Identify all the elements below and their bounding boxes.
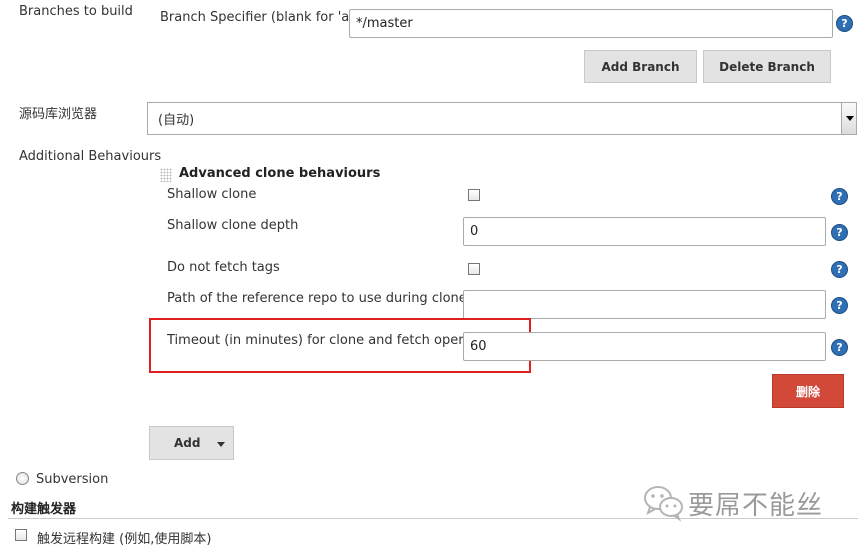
timeout-input[interactable]: 60 bbox=[463, 332, 826, 361]
branches-section-label: Branches to build bbox=[19, 4, 133, 19]
delete-behaviour-button[interactable]: 删除 bbox=[772, 374, 844, 408]
shallow-depth-help-icon[interactable]: ? bbox=[831, 224, 848, 241]
shallow-clone-checkbox[interactable] bbox=[468, 189, 480, 201]
no-tags-help-icon[interactable]: ? bbox=[831, 261, 848, 278]
behaviour-title: Advanced clone behaviours bbox=[179, 166, 381, 181]
drag-handle-icon[interactable] bbox=[160, 168, 172, 182]
reference-repo-help-icon[interactable]: ? bbox=[831, 297, 848, 314]
reference-repo-input[interactable] bbox=[463, 290, 826, 319]
delete-branch-button[interactable]: Delete Branch bbox=[703, 50, 831, 83]
timeout-help-icon[interactable]: ? bbox=[831, 339, 848, 356]
shallow-depth-label: Shallow clone depth bbox=[167, 218, 299, 233]
repo-browser-select[interactable]: (自动) bbox=[147, 102, 857, 135]
add-branch-button[interactable]: Add Branch bbox=[584, 50, 697, 83]
add-behaviour-label: Add bbox=[174, 436, 201, 450]
shallow-clone-help-icon[interactable]: ? bbox=[831, 188, 848, 205]
timeout-label: Timeout (in minutes) for clone and fetch… bbox=[167, 333, 504, 348]
additional-behaviours-label: Additional Behaviours bbox=[19, 149, 162, 164]
no-tags-label: Do not fetch tags bbox=[167, 260, 280, 275]
repo-browser-label: 源码库浏览器 bbox=[19, 107, 98, 122]
watermark-text: 要屌不能丝 bbox=[688, 491, 824, 521]
remote-trigger-label: 触发远程构建 (例如,使用脚本) bbox=[37, 532, 212, 547]
branch-specifier-label: Branch Specifier (blank for 'any') bbox=[160, 10, 374, 25]
add-behaviour-button[interactable]: Add bbox=[149, 426, 234, 460]
reference-repo-label: Path of the reference repo to use during… bbox=[167, 291, 467, 306]
subversion-label: Subversion bbox=[36, 472, 109, 487]
chevron-down-icon[interactable] bbox=[841, 103, 856, 134]
build-triggers-heading: 构建触发器 bbox=[11, 502, 77, 517]
remote-trigger-checkbox[interactable] bbox=[15, 529, 27, 541]
shallow-depth-input[interactable]: 0 bbox=[463, 217, 826, 246]
wechat-logo-icon bbox=[642, 482, 684, 522]
branch-specifier-help-icon[interactable]: ? bbox=[836, 15, 853, 32]
repo-browser-selected-value: (自动) bbox=[158, 113, 195, 128]
shallow-clone-label: Shallow clone bbox=[167, 187, 257, 202]
branch-specifier-input[interactable]: */master bbox=[349, 9, 833, 38]
subversion-radio[interactable] bbox=[16, 472, 29, 485]
no-tags-checkbox[interactable] bbox=[468, 263, 480, 275]
caret-down-icon bbox=[217, 442, 225, 447]
